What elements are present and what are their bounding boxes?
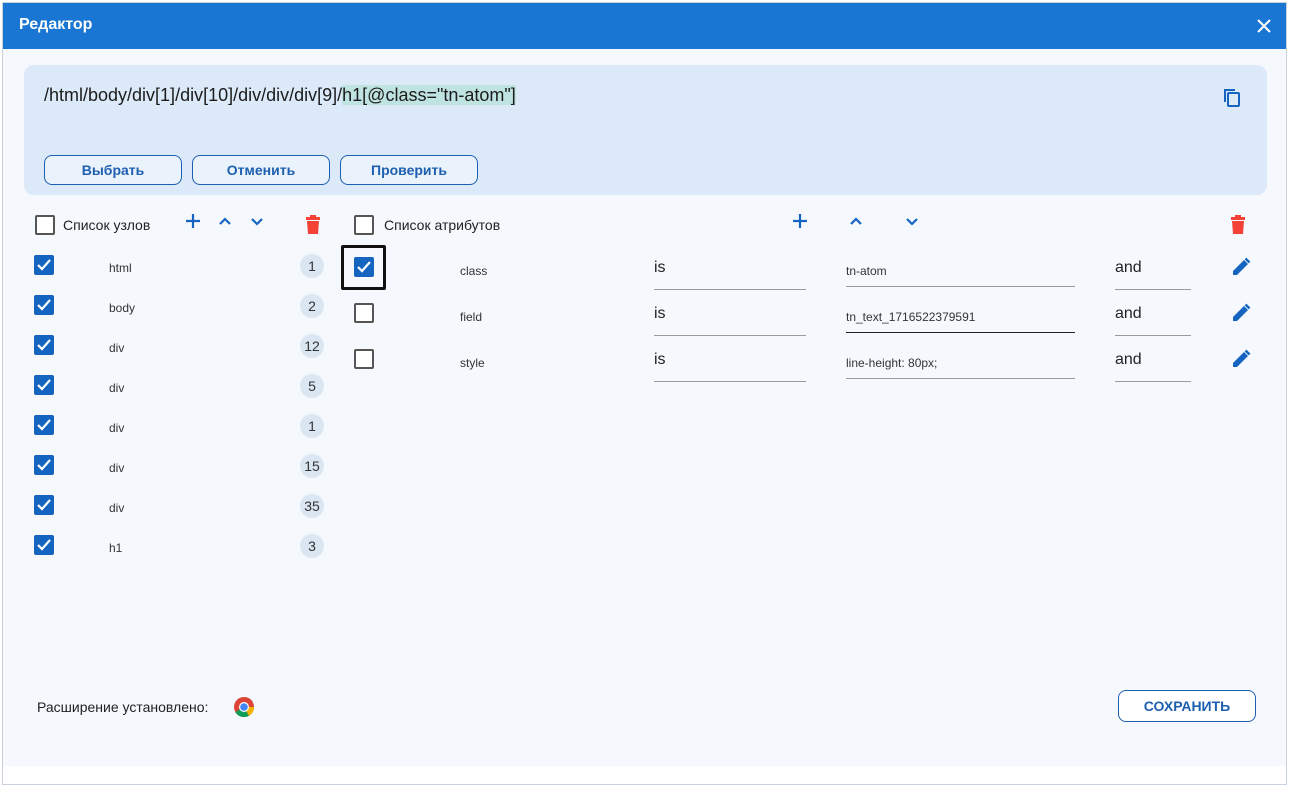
node-count-badge: 3 [300, 534, 324, 558]
operator-underline [654, 289, 806, 290]
trash-icon[interactable] [1228, 214, 1248, 236]
check-button[interactable]: Проверить [340, 155, 478, 185]
node-name: body [109, 301, 136, 315]
attribute-checkbox-style[interactable] [354, 349, 374, 369]
node-name: div [109, 381, 125, 395]
attribute-value-input[interactable]: line-height: 80px; [846, 356, 937, 370]
select-button[interactable]: Выбрать [44, 155, 182, 185]
chevron-down-icon[interactable] [247, 211, 267, 231]
node-count-badge: 15 [300, 454, 324, 478]
attributes-select-all-checkbox[interactable] [354, 215, 374, 235]
chrome-icon [234, 696, 255, 718]
cancel-button[interactable]: Отменить [192, 155, 330, 185]
dialog-title: Редактор [19, 16, 93, 33]
bottom-strip [3, 766, 1286, 784]
plus-icon[interactable] [790, 211, 810, 231]
attribute-checkbox-class[interactable] [354, 257, 374, 277]
pencil-icon[interactable] [1230, 348, 1252, 370]
xpath-prefix: /html/body/div[1]/div[10]/div/div/div[9]… [44, 85, 343, 105]
attribute-name: field [460, 310, 483, 324]
attributes-header: Список атрибутов [384, 217, 501, 233]
node-count-badge: 1 [300, 254, 324, 278]
node-name: div [109, 421, 125, 435]
chevron-up-icon[interactable] [846, 211, 866, 231]
attribute-checkbox-field[interactable] [354, 303, 374, 323]
save-button[interactable]: СОХРАНИТЬ [1118, 690, 1256, 722]
pencil-icon[interactable] [1230, 302, 1252, 324]
close-icon[interactable] [1254, 16, 1274, 36]
nodes-select-all-checkbox[interactable] [35, 215, 55, 235]
nodes-header: Список узлов [63, 217, 151, 233]
node-checkbox-div[interactable] [34, 415, 54, 435]
trash-icon[interactable] [303, 214, 323, 236]
pencil-icon[interactable] [1230, 256, 1252, 278]
chevron-down-icon[interactable] [902, 211, 922, 231]
node-checkbox-div[interactable] [34, 495, 54, 515]
xpath-panel: /html/body/div[1]/div[10]/div/div/div[9]… [24, 65, 1267, 195]
logic-underline [1115, 381, 1191, 382]
node-checkbox-body[interactable] [34, 295, 54, 315]
title-bar: Редактор [3, 3, 1286, 49]
operator-underline [654, 335, 806, 336]
node-count-badge: 2 [300, 294, 324, 318]
node-name: div [109, 501, 125, 515]
node-name: div [109, 461, 125, 475]
node-count-badge: 1 [300, 414, 324, 438]
value-underline [846, 332, 1075, 333]
operator-underline [654, 381, 806, 382]
logic-underline [1115, 289, 1191, 290]
value-underline [846, 286, 1075, 287]
plus-icon[interactable] [183, 211, 203, 231]
logic-underline [1115, 335, 1191, 336]
attribute-operator-select[interactable]: is [654, 259, 666, 277]
node-count-badge: 35 [300, 494, 324, 518]
attribute-name: style [460, 356, 485, 370]
node-count-badge: 5 [300, 374, 324, 398]
editor-dialog: Редактор /html/body/div[1]/div[10]/div/d… [2, 2, 1287, 785]
node-checkbox-h1[interactable] [34, 535, 54, 555]
xpath-highlight: h1[@class="tn-atom"] [342, 85, 516, 105]
attribute-value-input[interactable]: tn-atom [846, 264, 887, 278]
node-checkbox-div[interactable] [34, 375, 54, 395]
attribute-name: class [460, 264, 488, 278]
node-name: html [109, 261, 132, 275]
attribute-value-input[interactable]: tn_text_1716522379591 [846, 310, 975, 324]
node-count-badge: 12 [300, 334, 324, 358]
attribute-operator-select[interactable]: is [654, 305, 666, 323]
chevron-up-icon[interactable] [215, 211, 235, 231]
extension-status-label: Расширение установлено: [37, 699, 209, 715]
attribute-operator-select[interactable]: is [654, 351, 666, 369]
copy-icon[interactable] [1221, 87, 1243, 109]
node-checkbox-div[interactable] [34, 455, 54, 475]
attribute-logic-select[interactable]: and [1115, 305, 1142, 323]
attribute-logic-select[interactable]: and [1115, 259, 1142, 277]
attribute-logic-select[interactable]: and [1115, 351, 1142, 369]
value-underline [846, 378, 1075, 379]
node-checkbox-html[interactable] [34, 255, 54, 275]
node-checkbox-div[interactable] [34, 335, 54, 355]
node-name: div [109, 341, 125, 355]
node-name: h1 [109, 541, 123, 555]
xpath-expression[interactable]: /html/body/div[1]/div[10]/div/div/div[9]… [44, 85, 516, 106]
